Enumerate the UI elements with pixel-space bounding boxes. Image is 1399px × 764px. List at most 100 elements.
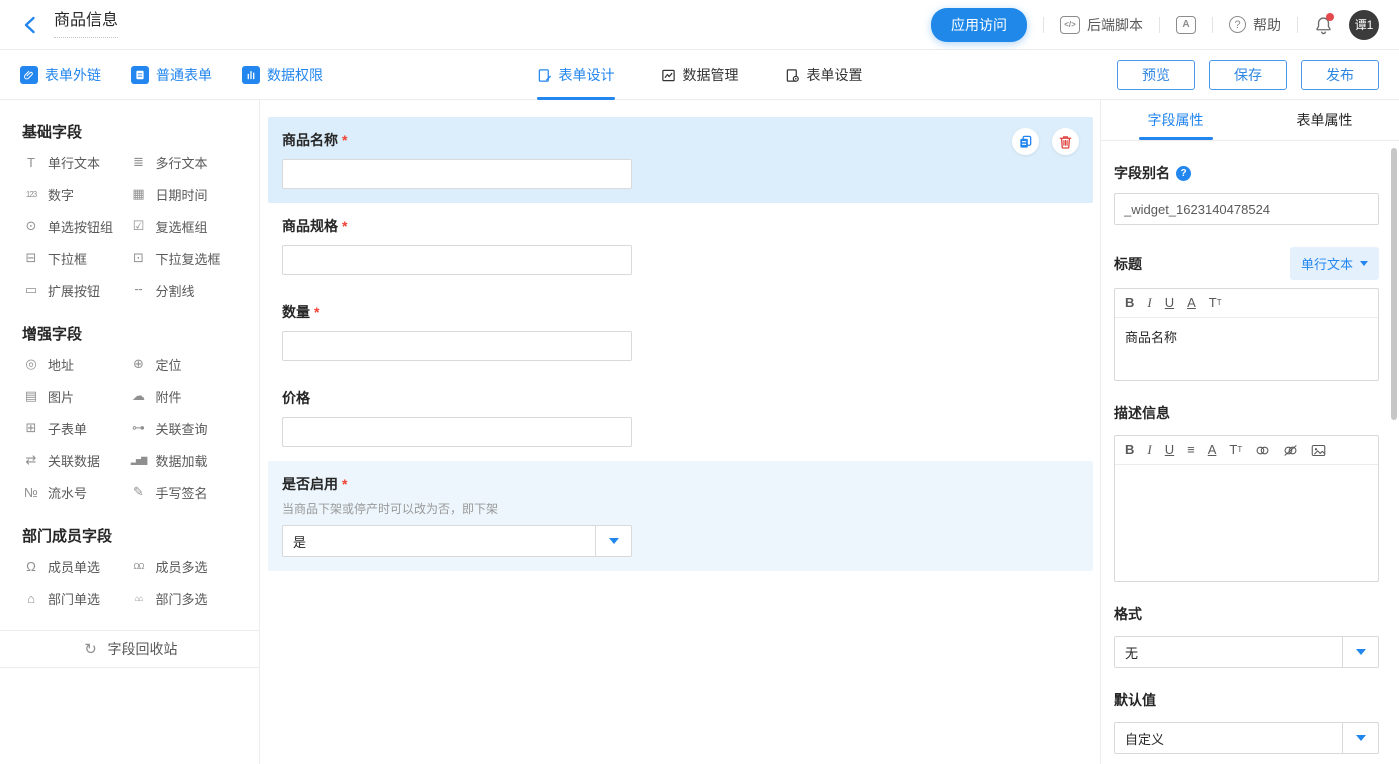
link-button[interactable]	[1255, 444, 1270, 457]
unlink-button[interactable]	[1283, 444, 1298, 457]
insert-image-button[interactable]	[1311, 444, 1326, 457]
palette-item[interactable]: 123 数字	[22, 178, 130, 210]
palette-item-label: 关联数据	[48, 451, 100, 470]
underline-button[interactable]: U	[1165, 295, 1174, 311]
panel-scrollbar[interactable]	[1391, 100, 1397, 764]
recycle-bin-label: 字段回收站	[108, 639, 178, 659]
palette-item[interactable]: ⇄ 关联数据	[22, 444, 130, 476]
palette-item[interactable]: ⊕ 定位	[130, 348, 238, 380]
palette-item[interactable]: ⌂ 部门单选	[22, 582, 130, 614]
align-button[interactable]: ≡	[1187, 442, 1195, 458]
external-link-icon	[20, 66, 38, 84]
palette-item[interactable]: ⊟ 下拉框	[22, 242, 130, 274]
palette-item[interactable]: ≣ 多行文本	[130, 146, 238, 178]
tab-0[interactable]: 表单设计	[537, 50, 615, 100]
palette-item[interactable]: T 单行文本	[22, 146, 130, 178]
palette-item[interactable]: ☑ 复选框组	[130, 210, 238, 242]
field-type-select[interactable]: 单行文本	[1290, 247, 1379, 280]
field-select-value: 是	[283, 532, 595, 551]
action-button-0[interactable]: 预览	[1117, 60, 1195, 90]
palette-item[interactable]: ◎ 地址	[22, 348, 130, 380]
font-color-button[interactable]: A	[1208, 442, 1217, 458]
field-input[interactable]	[282, 417, 632, 447]
palette-item-label: 数据加载	[156, 451, 208, 470]
subform-icon: ⊞	[22, 420, 40, 436]
location-icon: ⊕	[130, 356, 148, 372]
canvas-field-4[interactable]: 是否启用* 当商品下架或停产时可以改为否，即下架 是	[268, 461, 1093, 571]
format-select[interactable]: 无	[1114, 636, 1379, 668]
avatar[interactable]: 谭1	[1349, 10, 1379, 40]
font-size-button[interactable]: TT	[1229, 442, 1242, 458]
copy-icon	[1018, 134, 1033, 149]
palette-item[interactable]: ⊶ 关联查询	[130, 412, 238, 444]
copy-field-button[interactable]	[1012, 128, 1039, 155]
canvas-field-2[interactable]: 数量*	[268, 289, 1093, 375]
palette-item[interactable]: ⌂⌂ 部门多选	[130, 582, 238, 614]
back-icon[interactable]	[18, 14, 40, 36]
palette-item-label: 复选框组	[156, 217, 208, 236]
palette-item[interactable]: ▤ 图片	[22, 380, 130, 412]
field-palette-sidebar: 基础字段 T 单行文本 ≣ 多行文本 123 数字 ▦ 日期时间 ⊙ 单选按钮组	[0, 100, 260, 764]
image-icon: ▤	[22, 388, 40, 404]
toolbar-link-0[interactable]: 表单外链	[20, 65, 101, 85]
panel-tab-0[interactable]: 字段属性	[1101, 100, 1250, 140]
underline-button[interactable]: U	[1165, 442, 1174, 458]
palette-item[interactable]: ▦ 日期时间	[130, 178, 238, 210]
field-recycle-bin[interactable]: ↻ 字段回收站	[0, 630, 259, 668]
notification-bell-icon[interactable]	[1314, 15, 1333, 35]
field-input[interactable]	[282, 245, 632, 275]
palette-item[interactable]: ▂▅▇ 数据加载	[130, 444, 238, 476]
field-alias-input[interactable]	[1114, 193, 1379, 225]
font-color-button[interactable]: A	[1187, 295, 1196, 311]
palette-item[interactable]: ⊡ 下拉复选框	[130, 242, 238, 274]
italic-button[interactable]: I	[1147, 295, 1151, 311]
palette-item[interactable]: Ω 成员单选	[22, 550, 130, 582]
action-button-1[interactable]: 保存	[1209, 60, 1287, 90]
help-button[interactable]: ? 帮助	[1229, 15, 1281, 35]
help-icon[interactable]: ?	[1176, 166, 1191, 181]
palette-item-label: 扩展按钮	[48, 281, 100, 300]
font-size-button[interactable]: TT	[1209, 295, 1222, 311]
dept-single-icon: ⌂	[22, 591, 40, 606]
canvas-field-3[interactable]: 价格	[268, 375, 1093, 461]
field-input[interactable]	[282, 331, 632, 361]
toolbar-link-label: 普通表单	[156, 65, 212, 85]
bold-button[interactable]: B	[1125, 295, 1134, 311]
palette-item[interactable]: ☁ 附件	[130, 380, 238, 412]
panel-tab-1[interactable]: 表单属性	[1250, 100, 1399, 140]
scrollbar-thumb[interactable]	[1391, 148, 1397, 420]
tab-2[interactable]: 表单设置	[785, 50, 863, 100]
toolbar-link-2[interactable]: 数据权限	[242, 65, 323, 85]
canvas-field-1[interactable]: 商品规格*	[268, 203, 1093, 289]
palette-item[interactable]: ⊙ 单选按钮组	[22, 210, 130, 242]
palette-item[interactable]: ΩΩ 成员多选	[130, 550, 238, 582]
toolbar-link-1[interactable]: 普通表单	[131, 65, 212, 85]
chevron-down-icon	[595, 526, 631, 556]
bold-button[interactable]: B	[1125, 442, 1134, 458]
palette-section: 增强字段 ◎ 地址 ⊕ 定位 ▤ 图片 ☁ 附件 ⊞ 子表单	[0, 323, 259, 508]
log-icon[interactable]: A	[1176, 16, 1196, 34]
description-editor-content[interactable]	[1115, 465, 1378, 581]
palette-item[interactable]: ⊞ 子表单	[22, 412, 130, 444]
canvas-field-0[interactable]: 商品名称*	[268, 117, 1093, 203]
italic-button[interactable]: I	[1147, 442, 1151, 458]
palette-item[interactable]: ╌ 分割线	[130, 274, 238, 306]
backend-script-button[interactable]: </> 后端脚本	[1060, 15, 1143, 35]
field-select[interactable]: 是	[282, 525, 632, 557]
palette-item[interactable]: ✎ 手写签名	[130, 476, 238, 508]
attachment-icon: ☁	[130, 388, 148, 404]
page-title[interactable]: 商品信息	[54, 11, 118, 38]
app-access-button[interactable]: 应用访问	[931, 8, 1027, 42]
palette-item[interactable]: № 流水号	[22, 476, 130, 508]
form-canvas[interactable]: 商品名称* 商品规格* 数量* 价格 是否启用* 当商品下架或停产时可以改为否，…	[260, 100, 1100, 764]
chevron-down-icon	[1360, 261, 1368, 266]
palette-item[interactable]: ▭ 扩展按钮	[22, 274, 130, 306]
plain-form-icon	[131, 66, 149, 84]
delete-field-button[interactable]	[1052, 128, 1079, 155]
description-label: 描述信息	[1114, 403, 1170, 423]
tab-1[interactable]: 数据管理	[661, 50, 739, 100]
action-button-2[interactable]: 发布	[1301, 60, 1379, 90]
default-value-select[interactable]: 自定义	[1114, 722, 1379, 754]
field-input[interactable]	[282, 159, 632, 189]
title-editor-content[interactable]: 商品名称	[1115, 318, 1378, 380]
